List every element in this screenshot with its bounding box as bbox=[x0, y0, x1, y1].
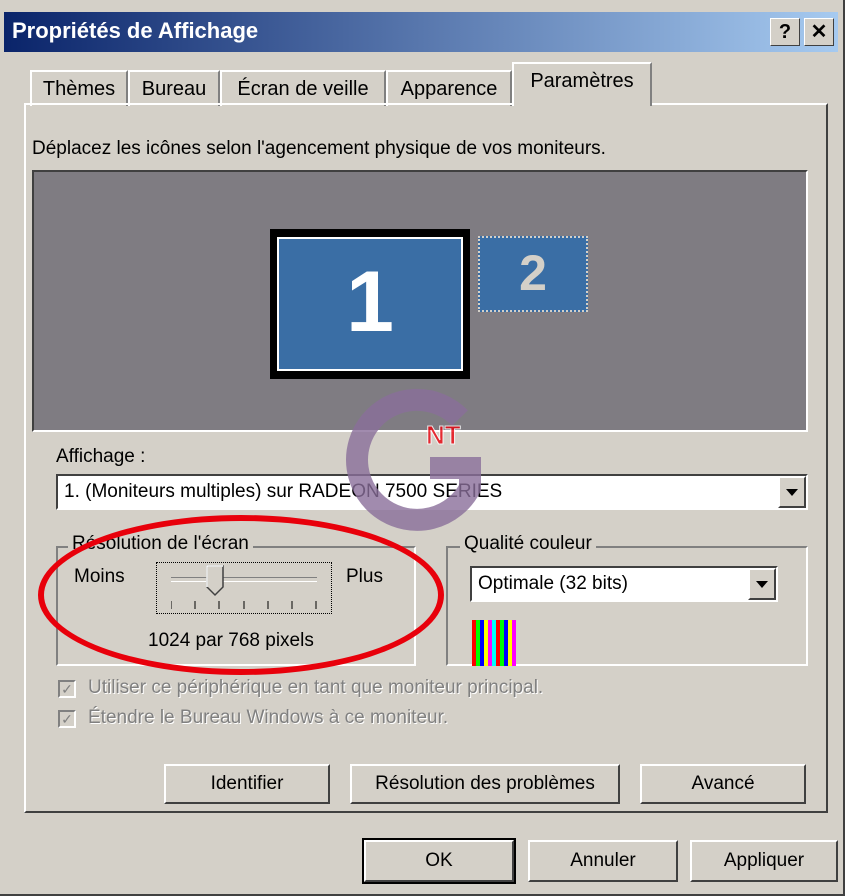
tab-label: Bureau bbox=[141, 78, 207, 100]
ok-button[interactable]: OK bbox=[362, 838, 516, 884]
tab-label: Thèmes bbox=[42, 78, 116, 100]
tab-settings[interactable]: Paramètres bbox=[512, 62, 652, 106]
apply-button[interactable]: Appliquer bbox=[690, 840, 838, 882]
window-title: Propriétés de Affichage bbox=[12, 18, 259, 43]
tab-label: Apparence bbox=[400, 78, 498, 100]
help-button[interactable]: ? bbox=[770, 18, 800, 46]
close-button[interactable]: ✕ bbox=[804, 18, 834, 46]
tab-appearance[interactable]: Apparence bbox=[386, 70, 512, 106]
title-bar[interactable]: Propriétés de Affichage ? ✕ bbox=[4, 12, 838, 52]
tab-label: Écran de veille bbox=[237, 78, 369, 100]
watermark-text: NT bbox=[426, 420, 461, 450]
tab-themes[interactable]: Thèmes bbox=[30, 70, 128, 106]
display-properties-dialog: Propriétés de Affichage ? ✕ Thèmes Burea… bbox=[0, 0, 845, 896]
tab-screensaver[interactable]: Écran de veille bbox=[220, 70, 386, 106]
watermark-logo-icon: NT bbox=[346, 388, 481, 531]
cancel-button[interactable]: Annuler bbox=[528, 840, 678, 882]
tab-label: Paramètres bbox=[530, 70, 634, 92]
tab-bureau[interactable]: Bureau bbox=[128, 70, 220, 106]
